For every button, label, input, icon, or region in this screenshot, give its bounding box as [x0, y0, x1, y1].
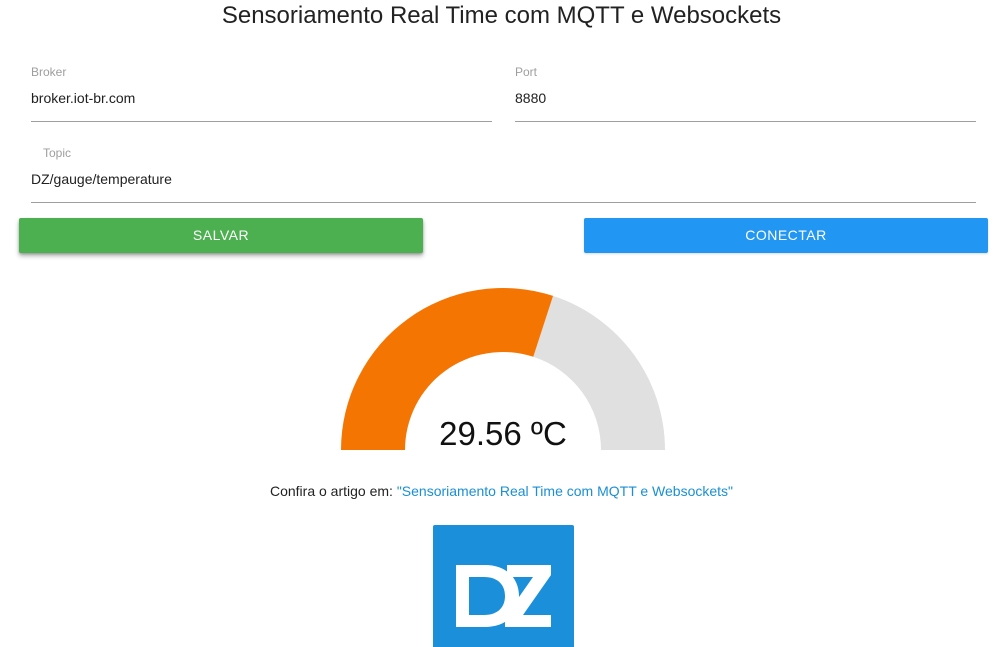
article-note: Confira o artigo em: "Sensoriamento Real… [0, 482, 1003, 500]
broker-field: Broker [31, 65, 492, 122]
topic-input[interactable] [31, 170, 976, 188]
article-link[interactable]: "Sensoriamento Real Time com MQTT e Webs… [397, 483, 733, 499]
port-input[interactable] [515, 89, 976, 107]
port-label: Port [515, 65, 538, 79]
gauge-value: 29.56 ºC [439, 415, 567, 452]
save-button[interactable]: SALVAR [19, 218, 423, 253]
dz-logo[interactable] [433, 525, 574, 647]
topic-label: Topic [43, 146, 72, 160]
page: Sensoriamento Real Time com MQTT e Webso… [0, 0, 1003, 647]
connect-button[interactable]: CONECTAR [584, 218, 988, 253]
broker-input[interactable] [31, 89, 492, 107]
broker-label: Broker [31, 65, 67, 79]
dz-logo-icon [456, 565, 551, 627]
port-field: Port [515, 65, 976, 122]
article-prefix: Confira o artigo em: [269, 483, 397, 499]
page-title: Sensoriamento Real Time com MQTT e Webso… [221, 2, 782, 29]
topic-field: Topic [31, 146, 976, 203]
